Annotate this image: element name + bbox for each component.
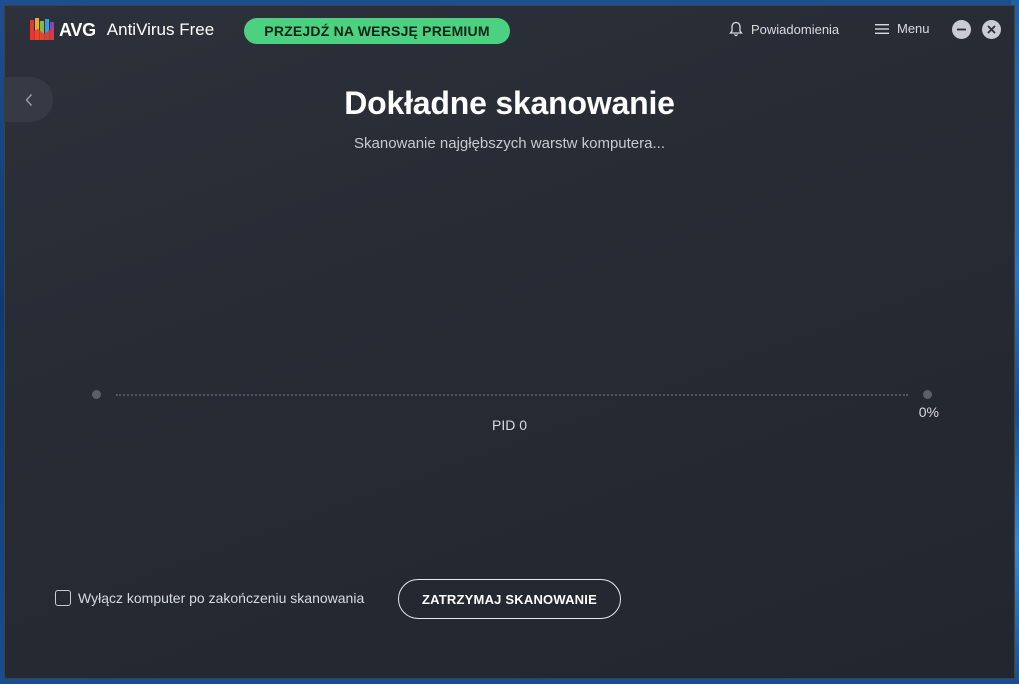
shutdown-option[interactable]: Wyłącz komputer po zakończeniu skanowani… xyxy=(55,590,364,606)
stop-scan-button[interactable]: ZATRZYMAJ SKANOWANIE xyxy=(398,579,621,619)
progress-track xyxy=(116,394,908,396)
progress-start-dot xyxy=(92,390,101,399)
notifications-label: Powiadomienia xyxy=(751,21,840,37)
bell-icon xyxy=(729,21,743,37)
progress-end-dot xyxy=(923,390,932,399)
minimize-button[interactable] xyxy=(952,20,971,39)
minimize-icon xyxy=(957,28,966,31)
title-bar: AVG AntiVirus Free PRZEJDŹ NA WERSJĘ PRE… xyxy=(5,6,1014,54)
shutdown-checkbox[interactable] xyxy=(55,590,71,606)
upgrade-premium-button[interactable]: PRZEJDŹ NA WERSJĘ PREMIUM xyxy=(244,18,510,44)
hamburger-icon xyxy=(875,23,889,34)
page-title: Dokładne skanowanie xyxy=(344,85,675,121)
app-logo: AVG AntiVirus Free xyxy=(29,17,214,43)
page-subtitle: Skanowanie najgłębszych warstw komputera… xyxy=(354,135,665,152)
current-scan-item: PID 0 xyxy=(491,417,527,433)
app-window: AVG AntiVirus Free PRZEJDŹ NA WERSJĘ PRE… xyxy=(4,5,1015,679)
menu-button[interactable]: Menu xyxy=(875,21,930,36)
menu-label: Menu xyxy=(897,21,930,36)
avg-logo-icon xyxy=(29,17,55,43)
scan-progress-bar xyxy=(92,390,932,400)
notifications-button[interactable]: Powiadomienia xyxy=(729,21,839,37)
close-icon xyxy=(987,25,996,34)
product-name: AntiVirus Free xyxy=(106,20,215,39)
shutdown-checkbox-label: Wyłącz komputer po zakończeniu skanowani… xyxy=(78,590,365,606)
brand-name: AVG xyxy=(59,19,96,40)
close-button[interactable] xyxy=(982,20,1001,39)
